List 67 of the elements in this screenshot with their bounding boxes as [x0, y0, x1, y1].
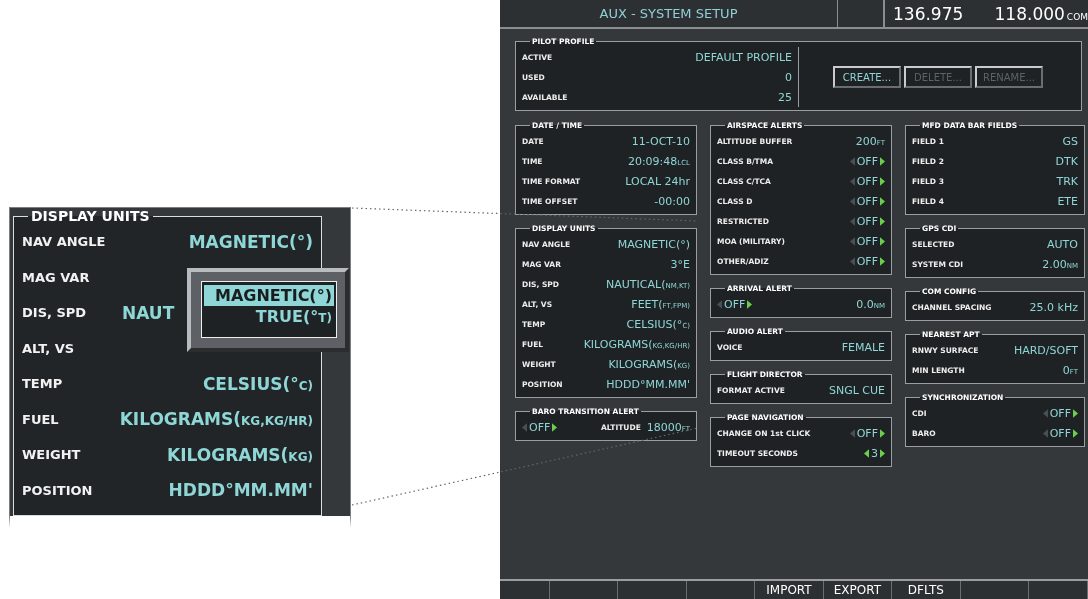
field-label: ALT, VS [22, 340, 75, 356]
field-label: NAV ANGLE [22, 234, 106, 250]
selector-value[interactable]: OFF [856, 254, 878, 268]
field-value: FEMALE [841, 340, 885, 354]
field-label: MAG VAR [22, 269, 90, 285]
menu-option[interactable]: MAGNETIC(°) [204, 285, 334, 306]
right-arrow-icon[interactable] [880, 236, 885, 246]
field-value: HARD/SOFT [1013, 343, 1078, 357]
field-value: 3°E [670, 257, 690, 271]
right-arrow-icon[interactable] [880, 448, 885, 458]
field-value: ETE [1057, 194, 1078, 208]
selector-value[interactable]: OFF [856, 154, 878, 168]
selector-value[interactable]: OFF [1049, 426, 1071, 440]
profile-button[interactable]: CREATE... [833, 66, 901, 88]
right-arrow-icon[interactable] [1073, 408, 1078, 418]
field-value: LOCAL 24hr [625, 174, 690, 188]
field-value: HDDD°MM.MM' [606, 377, 690, 391]
field-value: MAGNETIC(°) [188, 231, 313, 252]
selector-value[interactable]: OFF [724, 297, 746, 311]
softkey[interactable]: IMPORT [755, 581, 824, 599]
field-value: GS [1062, 134, 1078, 148]
field-value: TRK [1056, 174, 1078, 188]
field-value: 25 [778, 90, 792, 104]
right-arrow-icon[interactable] [880, 196, 885, 206]
field-value: DEFAULT PROFILE [695, 50, 792, 64]
field-value: -00:00 [654, 194, 690, 208]
softkey[interactable]: DFLTS [892, 581, 961, 599]
field-value: 0 [785, 70, 792, 84]
field-label: DIS, SPD [22, 305, 88, 321]
field-value: HDDD°MM.MM' [168, 480, 313, 501]
left-arrow-icon[interactable] [864, 448, 869, 458]
right-arrow-icon[interactable] [880, 256, 885, 266]
selector-value[interactable]: OFF [856, 426, 878, 440]
softkey[interactable]: EXPORT [823, 581, 893, 599]
frequency-readout: 136.975 [893, 3, 964, 24]
right-arrow-icon[interactable] [880, 216, 885, 226]
frequency-readout: 118.000 COM [994, 3, 1088, 24]
field-value: MAGNETIC(°) [617, 237, 690, 251]
selector-value[interactable]: OFF [856, 214, 878, 228]
field-value: KILOGRAMS(KG) [167, 444, 313, 465]
selector-value[interactable]: OFF [529, 420, 551, 434]
field-value: DTK [1055, 154, 1078, 168]
right-arrow-icon[interactable] [1073, 428, 1078, 438]
field-value: CELSIUS(°C) [202, 373, 313, 394]
field-label: FUEL [22, 411, 59, 427]
field-value: 11-OCT-10 [631, 134, 690, 148]
field-value: NAUT [122, 302, 175, 323]
right-arrow-icon[interactable] [747, 299, 753, 309]
menu-option[interactable]: TRUE(°T) [204, 306, 334, 329]
right-arrow-icon[interactable] [880, 176, 885, 186]
field-value: AUTO [1047, 237, 1078, 251]
right-arrow-icon[interactable] [880, 156, 885, 166]
field-label: POSITION [22, 482, 93, 498]
window-title: AUX - SYSTEM SETUP [500, 0, 838, 27]
field-label: WEIGHT [22, 447, 81, 463]
selector-value[interactable]: OFF [856, 174, 878, 188]
selector-value[interactable]: OFF [856, 234, 878, 248]
right-arrow-icon[interactable] [880, 428, 885, 438]
group-title: DISPLAY UNITS [30, 208, 151, 224]
field-label: TEMP [22, 376, 63, 392]
selector-value[interactable]: 3 [871, 446, 878, 460]
field-value: KILOGRAMS(KG,KG/HR) [119, 409, 313, 430]
field-value: SNGL CUE [828, 383, 885, 397]
right-arrow-icon[interactable] [552, 422, 558, 432]
selector-value[interactable]: OFF [1049, 406, 1071, 420]
selector-value[interactable]: OFF [856, 194, 878, 208]
field-value: 25.0 kHz [1029, 300, 1078, 314]
